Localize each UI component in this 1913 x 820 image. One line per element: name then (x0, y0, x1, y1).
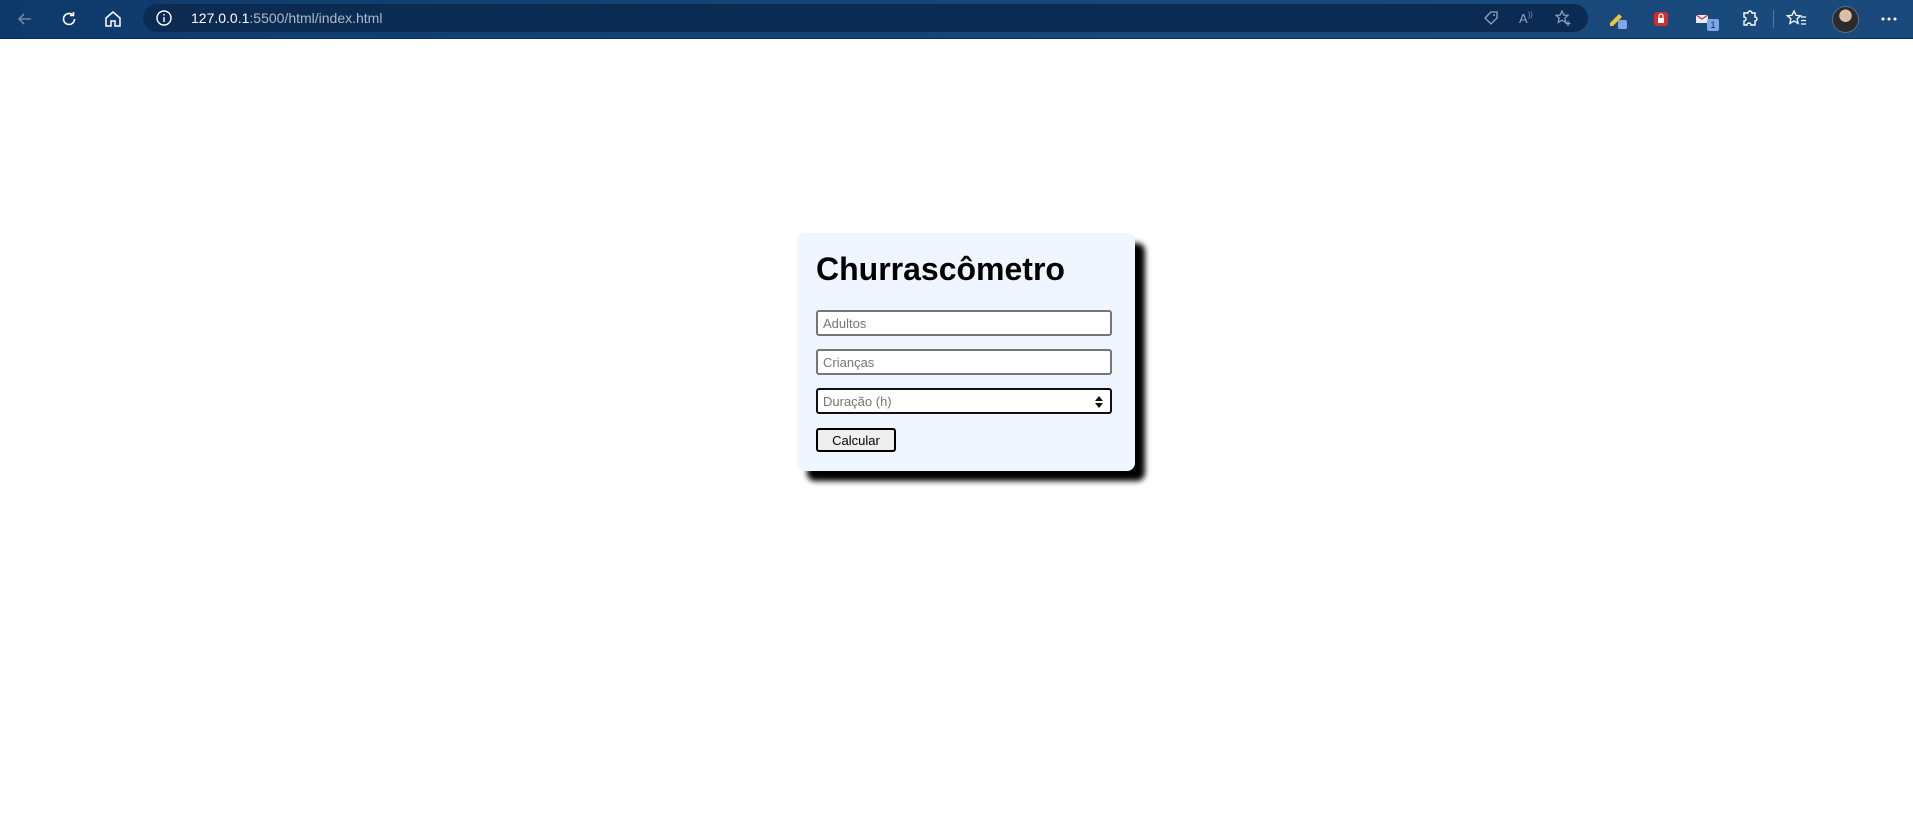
url-host: 127.0.0.1 (191, 10, 250, 26)
duration-input[interactable] (818, 390, 1110, 412)
adults-input[interactable] (818, 312, 1110, 334)
tag-icon[interactable] (1482, 9, 1500, 27)
adults-field[interactable] (816, 310, 1112, 336)
read-aloud-icon[interactable]: A)) (1518, 9, 1536, 27)
refresh-button[interactable] (56, 6, 82, 32)
page-title: Churrascômetro (816, 251, 1065, 287)
arrow-left-icon (17, 13, 31, 25)
extension-pencil-icon[interactable] (1607, 8, 1629, 30)
stepper-arrows-icon[interactable] (1094, 395, 1104, 409)
url-text[interactable]: 127.0.0.1:5500/html/index.html (191, 10, 382, 26)
extension-lock-icon[interactable] (1650, 8, 1672, 30)
browser-toolbar: 127.0.0.1:5500/html/index.html A)) 1 (0, 0, 1913, 39)
extensions-puzzle-icon[interactable] (1738, 8, 1760, 30)
children-input[interactable] (818, 351, 1110, 373)
favorites-icon[interactable] (1786, 8, 1808, 30)
children-field[interactable] (816, 349, 1112, 375)
toolbar-separator (1773, 10, 1774, 28)
extension-badge: 1 (1707, 19, 1719, 31)
address-bar[interactable]: 127.0.0.1:5500/html/index.html A)) (143, 4, 1588, 32)
svg-text:)): )) (1528, 12, 1533, 19)
add-favorite-icon[interactable] (1554, 9, 1572, 27)
calculate-button[interactable]: Calcular (816, 428, 896, 452)
url-path: :5500/html/index.html (249, 10, 383, 26)
more-options-icon[interactable] (1878, 8, 1900, 30)
calculator-card: Churrascômetro Calcular (797, 233, 1135, 471)
profile-avatar[interactable] (1832, 6, 1859, 33)
info-icon[interactable] (155, 9, 173, 27)
back-button[interactable] (12, 6, 38, 32)
duration-field[interactable] (816, 388, 1112, 414)
home-button[interactable] (100, 6, 126, 32)
home-icon (105, 11, 121, 27)
refresh-icon (62, 12, 76, 26)
svg-text:A: A (1519, 11, 1528, 26)
